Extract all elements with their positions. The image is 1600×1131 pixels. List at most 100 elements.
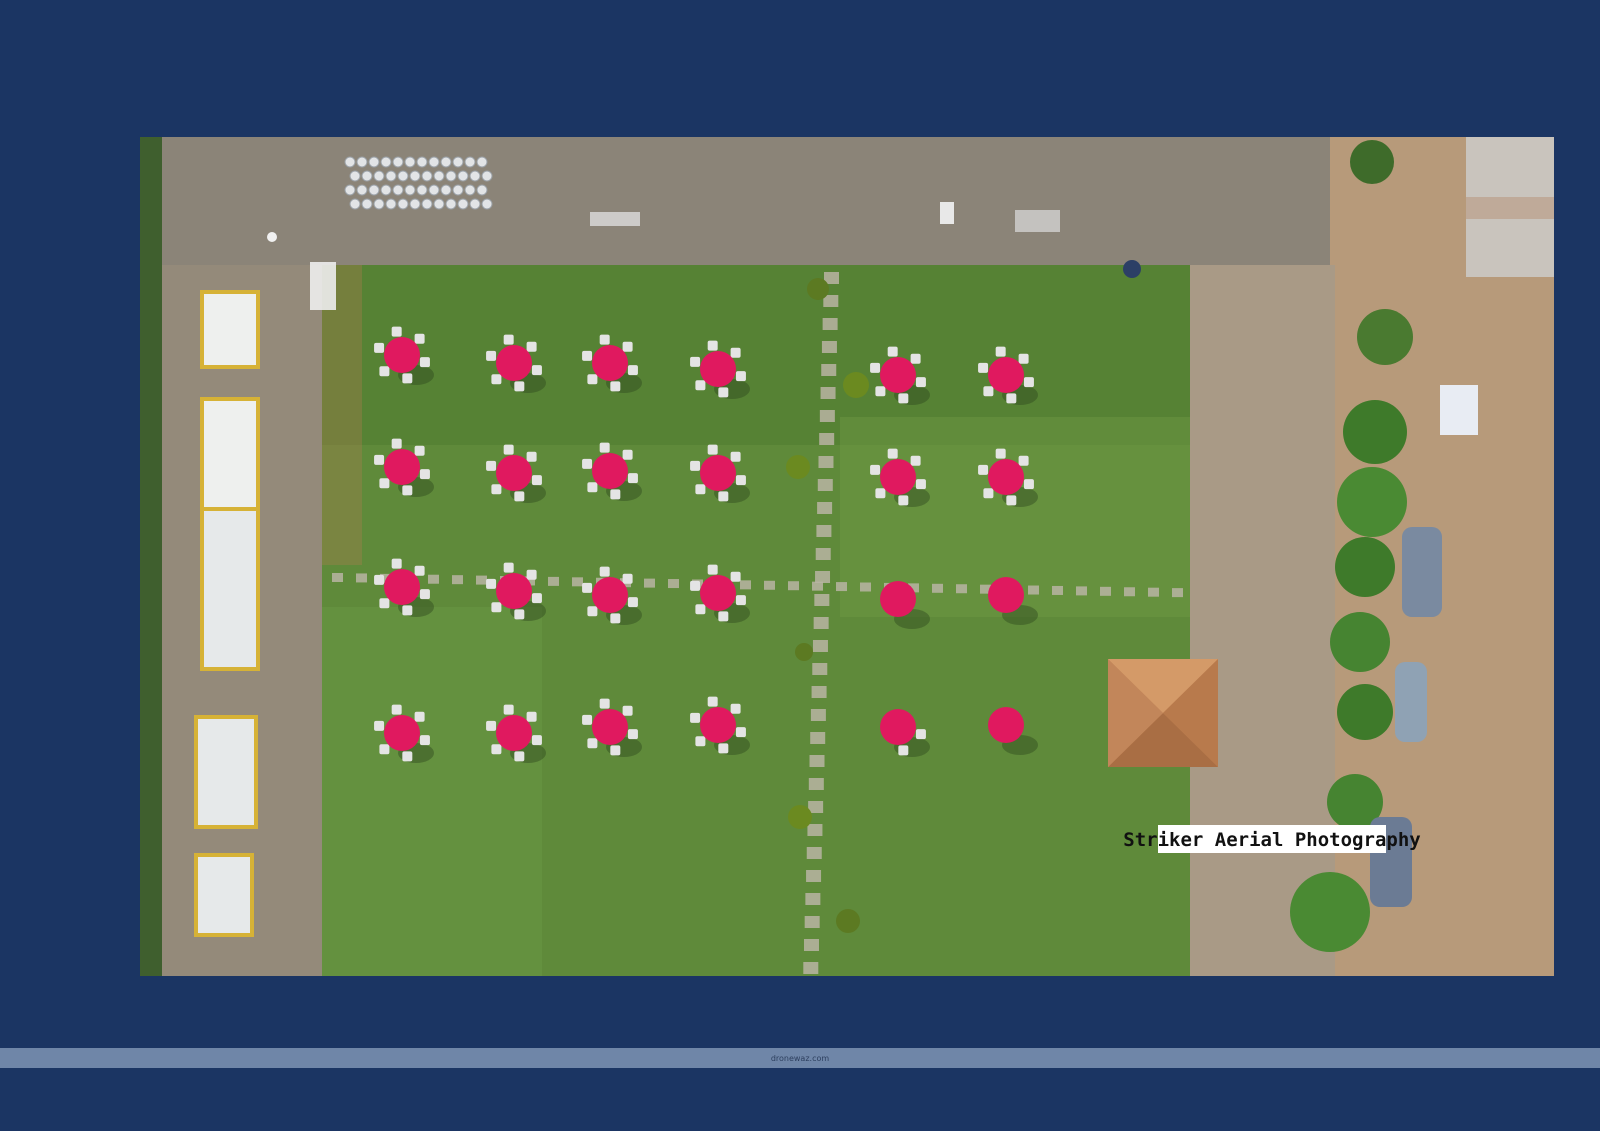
chair	[491, 374, 502, 385]
path-tile	[820, 387, 836, 399]
chair	[870, 464, 881, 475]
chair	[627, 365, 638, 376]
chair	[526, 341, 537, 352]
stacked-chair	[349, 170, 361, 182]
path-tile	[668, 579, 679, 589]
chair	[735, 595, 746, 606]
stacked-chair	[404, 156, 416, 168]
path-tile	[476, 575, 487, 585]
stacked-chair	[344, 184, 356, 196]
path-tile	[572, 577, 583, 587]
stacked-chair	[356, 184, 368, 196]
chair	[718, 611, 729, 622]
chair	[627, 473, 638, 484]
stacked-chair	[469, 198, 481, 210]
stacked-chair	[428, 184, 440, 196]
path-tile	[332, 573, 343, 582]
path-tile	[356, 573, 367, 583]
right-walkway	[1185, 265, 1335, 976]
path-tile	[836, 582, 847, 592]
chair	[695, 604, 706, 615]
watermark: Striker Aerial Photography	[1123, 825, 1421, 853]
footer-bar: dronewaz.com	[0, 1048, 1600, 1068]
chair	[978, 362, 989, 373]
stacked-chair	[344, 156, 356, 168]
stacked-chair	[421, 198, 433, 210]
chair	[514, 609, 525, 620]
path-tile	[812, 581, 823, 591]
stacked-chair	[373, 198, 385, 210]
path-tile	[813, 617, 829, 629]
red-round-table	[988, 357, 1024, 393]
path-tile	[810, 732, 826, 744]
path-tile	[805, 893, 821, 905]
chair	[627, 729, 638, 740]
chair	[695, 484, 706, 495]
stacked-chair	[361, 170, 373, 182]
path-tile	[809, 755, 825, 767]
chair	[587, 482, 598, 493]
path-tile	[814, 594, 830, 606]
path-tile	[818, 456, 834, 468]
red-round-table	[384, 715, 420, 751]
chair	[870, 362, 881, 373]
stacked-chair	[373, 170, 385, 182]
stacked-chair	[380, 184, 392, 196]
path-tile	[644, 578, 655, 588]
chair	[1006, 393, 1017, 404]
path-tile	[1028, 585, 1039, 595]
red-round-table	[384, 569, 420, 605]
chair	[414, 565, 425, 576]
chair	[491, 484, 502, 495]
chair	[391, 558, 402, 569]
path-tile	[1148, 587, 1159, 597]
stacked-chair	[392, 156, 404, 168]
red-round-table	[700, 707, 736, 743]
chair	[875, 488, 886, 499]
path-tile	[822, 318, 838, 330]
chair	[718, 743, 729, 754]
stacked-chair	[356, 156, 368, 168]
aerial-photo-drawing: Striker Aerial Photography	[140, 137, 1554, 976]
stacked-chair	[428, 156, 440, 168]
chair	[582, 582, 593, 593]
chair	[995, 448, 1006, 459]
stacked-chair	[409, 198, 421, 210]
path-tile	[740, 580, 751, 590]
chair	[622, 705, 633, 716]
chair	[1018, 455, 1029, 466]
chair	[503, 562, 514, 573]
left-hedge	[140, 137, 162, 976]
chair	[690, 460, 701, 471]
path-tile	[860, 582, 871, 592]
chair	[887, 448, 898, 459]
path-tile	[803, 939, 819, 951]
chair	[503, 704, 514, 715]
chair	[978, 464, 989, 475]
red-round-table	[384, 449, 420, 485]
stacked-chair	[445, 198, 457, 210]
red-round-table	[880, 357, 916, 393]
chair	[491, 744, 502, 755]
red-round-table	[700, 455, 736, 491]
stacked-chair	[445, 170, 457, 182]
red-round-table	[700, 575, 736, 611]
red-round-table	[496, 715, 532, 751]
chair	[983, 488, 994, 499]
chair	[503, 334, 514, 345]
chair	[531, 593, 542, 604]
path-tile	[819, 410, 835, 422]
chair	[610, 745, 621, 756]
path-tile	[821, 341, 837, 353]
path-tile	[815, 548, 831, 560]
chair	[379, 598, 390, 609]
chair	[707, 444, 718, 455]
stacked-chair	[392, 184, 404, 196]
red-round-table	[988, 577, 1024, 613]
chair	[587, 738, 598, 749]
chair	[599, 566, 610, 577]
chair	[730, 571, 741, 582]
watermark-text: Striker Aerial Photography	[1123, 829, 1420, 851]
lawn	[322, 265, 1190, 976]
path-tile	[812, 663, 828, 675]
